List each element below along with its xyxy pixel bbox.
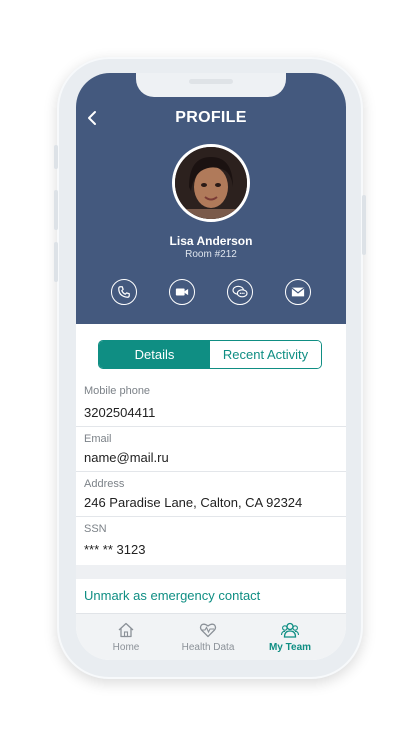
phone-side-button — [362, 195, 366, 255]
nav-home-label: Home — [112, 642, 140, 653]
page-title: PROFILE — [175, 109, 247, 126]
home-icon — [118, 622, 134, 638]
tab-recent-activity[interactable]: Recent Activity — [210, 341, 321, 368]
profile-room: Room #212 — [185, 249, 237, 260]
call-button[interactable] — [111, 279, 137, 305]
mobile-phone-label: Mobile phone — [84, 385, 151, 397]
section-divider — [76, 565, 346, 579]
phone-notch — [136, 73, 286, 97]
profile-tabs: Details Recent Activity — [98, 340, 322, 369]
mobile-phone-field: Mobile phone 3202504411 — [76, 379, 346, 427]
mail-icon — [291, 287, 305, 297]
heart-pulse-icon — [199, 623, 217, 638]
ssn-label: SSN — [84, 523, 107, 535]
avatar — [172, 144, 250, 222]
phone-side-button — [54, 242, 58, 282]
email-button[interactable] — [285, 279, 311, 305]
bottom-nav: Home Health Data My Team — [76, 613, 346, 660]
phone-side-button — [54, 145, 58, 169]
email-field: Email name@mail.ru — [76, 427, 346, 472]
video-call-button[interactable] — [169, 279, 195, 305]
phone-side-button — [54, 190, 58, 230]
nav-health-data[interactable]: Health Data — [163, 614, 253, 660]
nav-my-team-label: My Team — [268, 642, 312, 653]
address-label: Address — [84, 478, 125, 490]
address-value: 246 Paradise Lane, Calton, CA 92324 — [84, 495, 303, 510]
mobile-phone-value[interactable]: 3202504411 — [84, 405, 155, 420]
chat-button[interactable] — [227, 279, 253, 305]
email-label: Email — [84, 433, 112, 445]
unmark-emergency-contact-link[interactable]: Unmark as emergency contact — [84, 588, 260, 603]
video-icon — [175, 288, 189, 296]
team-icon — [281, 622, 299, 638]
nav-home[interactable]: Home — [81, 614, 171, 660]
ssn-value: *** ** 3123 — [84, 542, 146, 557]
profile-header: PROFILE Lisa Anderson Room #212 — [76, 73, 346, 324]
email-value[interactable]: name@mail.ru — [84, 450, 169, 465]
phone-icon — [118, 286, 130, 298]
phone-screen: PROFILE Lisa Anderson Room #212 Details … — [76, 73, 346, 660]
avatar-image — [175, 147, 247, 219]
chat-icon — [232, 285, 248, 298]
address-field: Address 246 Paradise Lane, Calton, CA 92… — [76, 472, 346, 517]
profile-name: Lisa Anderson — [169, 234, 253, 248]
nav-health-data-label: Health Data — [181, 642, 235, 653]
nav-my-team[interactable]: My Team — [245, 614, 335, 660]
ssn-field: SSN *** ** 3123 — [76, 517, 346, 565]
tab-details[interactable]: Details — [99, 341, 210, 368]
